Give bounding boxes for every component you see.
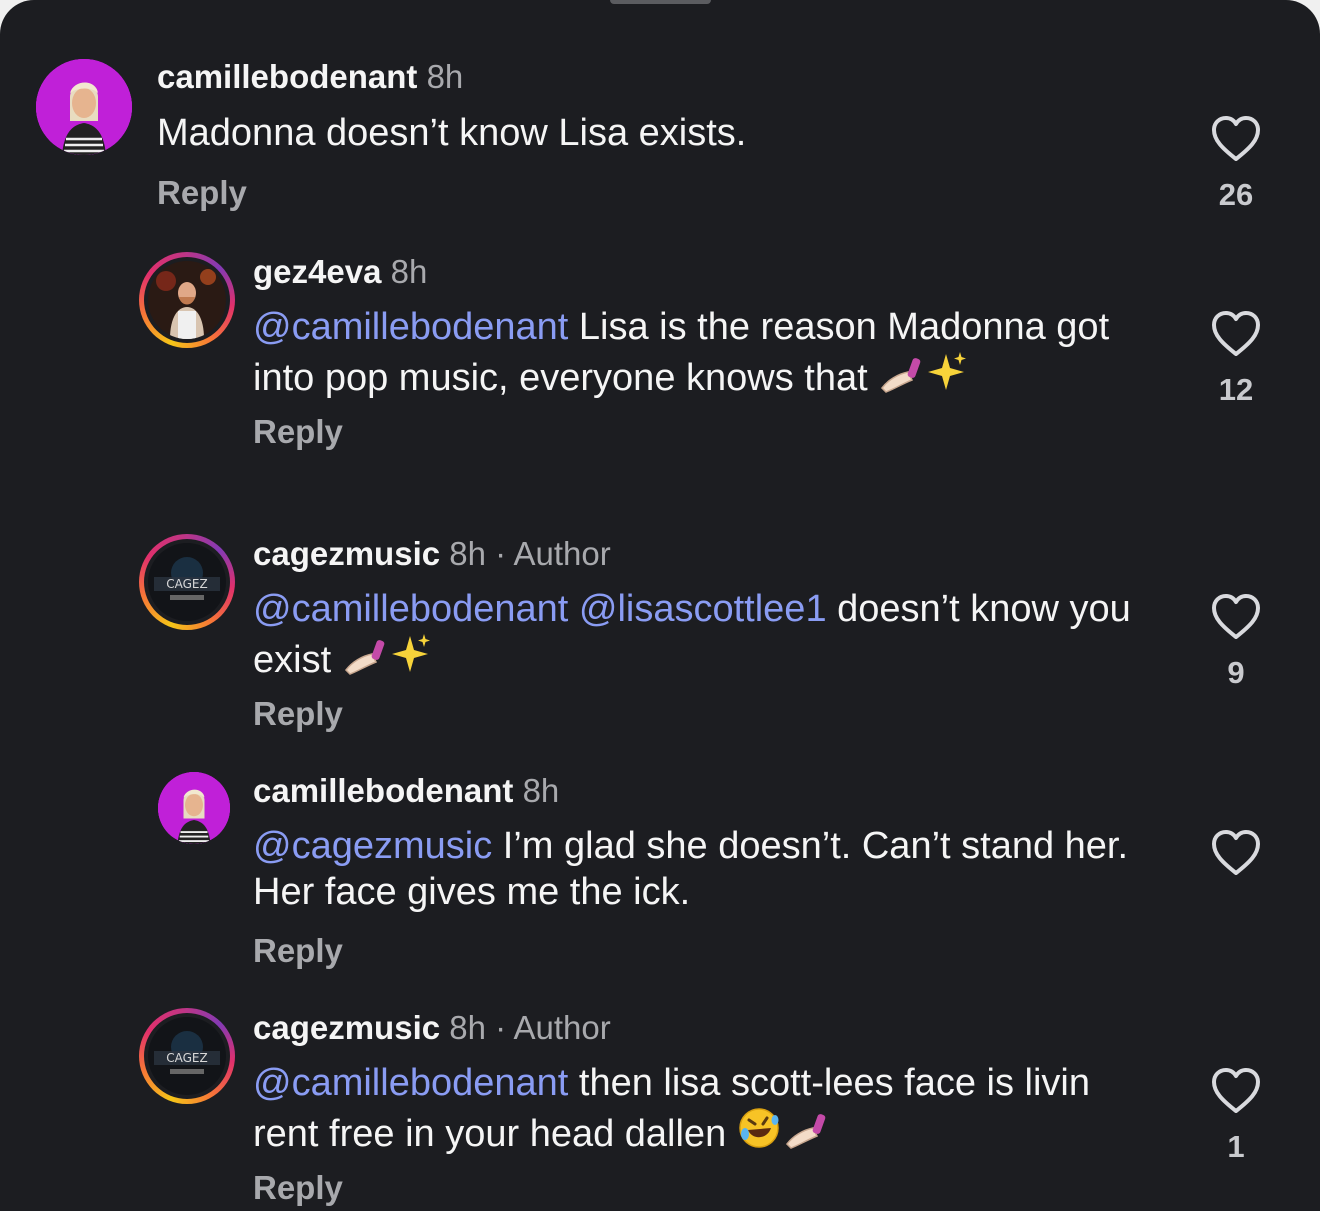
comment-time: 8h (522, 772, 560, 809)
nail-polish-emoji-icon (783, 1110, 829, 1161)
mention-link[interactable]: @lisascottlee1 (579, 588, 827, 630)
avatar[interactable]: CAGEZ (139, 1008, 235, 1104)
reply-button[interactable]: Reply (253, 1168, 343, 1208)
comment-username[interactable]: camillebodenant (157, 58, 417, 95)
svg-text:CAGEZ: CAGEZ (166, 577, 207, 591)
comment-username[interactable]: camillebodenant (253, 772, 513, 809)
rolling-on-floor-laughing-emoji-icon (737, 1106, 783, 1161)
sheet-grabber-handle[interactable] (610, 0, 711, 4)
mention-link[interactable]: @cagezmusic (253, 825, 492, 867)
avatar[interactable] (36, 59, 132, 155)
comment-username[interactable]: cagezmusic (253, 535, 440, 572)
like-count: 1 (1227, 1129, 1245, 1164)
reply-button[interactable]: Reply (253, 412, 343, 452)
mention-link[interactable]: @camillebodenant (253, 1062, 568, 1104)
like-count: 9 (1227, 655, 1245, 690)
mention-link[interactable]: @camillebodenant (253, 306, 568, 348)
sparkles-emoji-icon (388, 632, 432, 687)
comment-text: Madonna doesn’t know Lisa exists. (157, 110, 1067, 156)
reply-button[interactable]: Reply (253, 931, 343, 971)
mention-link[interactable]: @camillebodenant (253, 588, 568, 630)
like-control: 12 (1205, 310, 1267, 408)
svg-text:CAGEZ: CAGEZ (166, 1051, 207, 1065)
like-control (1205, 829, 1267, 877)
heart-icon[interactable] (1210, 310, 1262, 358)
comment-time: 8h (449, 535, 486, 572)
comment-time: 8h (426, 58, 464, 95)
avatar-camillebodenant-icon (158, 772, 230, 844)
comment-username[interactable]: cagezmusic (253, 1009, 440, 1046)
like-control: 26 (1205, 115, 1267, 213)
comment-body: Madonna doesn’t know Lisa exists. (157, 112, 747, 154)
avatar[interactable] (158, 772, 230, 844)
heart-icon[interactable] (1210, 115, 1262, 163)
comment-text: @cagezmusic I’m glad she doesn’t. Can’t … (253, 823, 1163, 915)
author-badge: · Author (495, 535, 611, 572)
avatar-cagezmusic-icon: CAGEZ (148, 543, 226, 621)
nail-polish-emoji-icon (878, 354, 924, 405)
like-count: 12 (1218, 372, 1254, 407)
reply-button[interactable]: Reply (157, 173, 247, 213)
heart-icon[interactable] (1210, 829, 1262, 877)
comment-text: @camillebodenant Lisa is the reason Mado… (253, 304, 1163, 405)
like-control: 1 (1205, 1067, 1267, 1165)
sparkles-emoji-icon (924, 350, 968, 405)
heart-icon[interactable] (1210, 1067, 1262, 1115)
like-control: 9 (1205, 593, 1267, 691)
avatar-gez4eva-icon (148, 261, 226, 339)
nail-polish-emoji-icon (342, 636, 388, 687)
comment-time: 8h (449, 1009, 486, 1046)
comment-username[interactable]: gez4eva (253, 253, 381, 290)
avatar-cagezmusic-icon: CAGEZ (148, 1017, 226, 1095)
like-count: 26 (1218, 177, 1254, 212)
avatar-camillebodenant-icon (36, 59, 132, 155)
comment-text: @camillebodenant @lisascottlee1 doesn’t … (253, 586, 1163, 687)
heart-icon[interactable] (1210, 593, 1262, 641)
comment-text: @camillebodenant then lisa scott-lees fa… (253, 1060, 1163, 1161)
author-badge: · Author (495, 1009, 611, 1046)
comment-time: 8h (390, 253, 428, 290)
avatar[interactable] (139, 252, 235, 348)
comments-sheet: camillebodenant 8h Madonna doesn’t know … (0, 0, 1320, 1211)
avatar[interactable]: CAGEZ (139, 534, 235, 630)
reply-button[interactable]: Reply (253, 694, 343, 734)
